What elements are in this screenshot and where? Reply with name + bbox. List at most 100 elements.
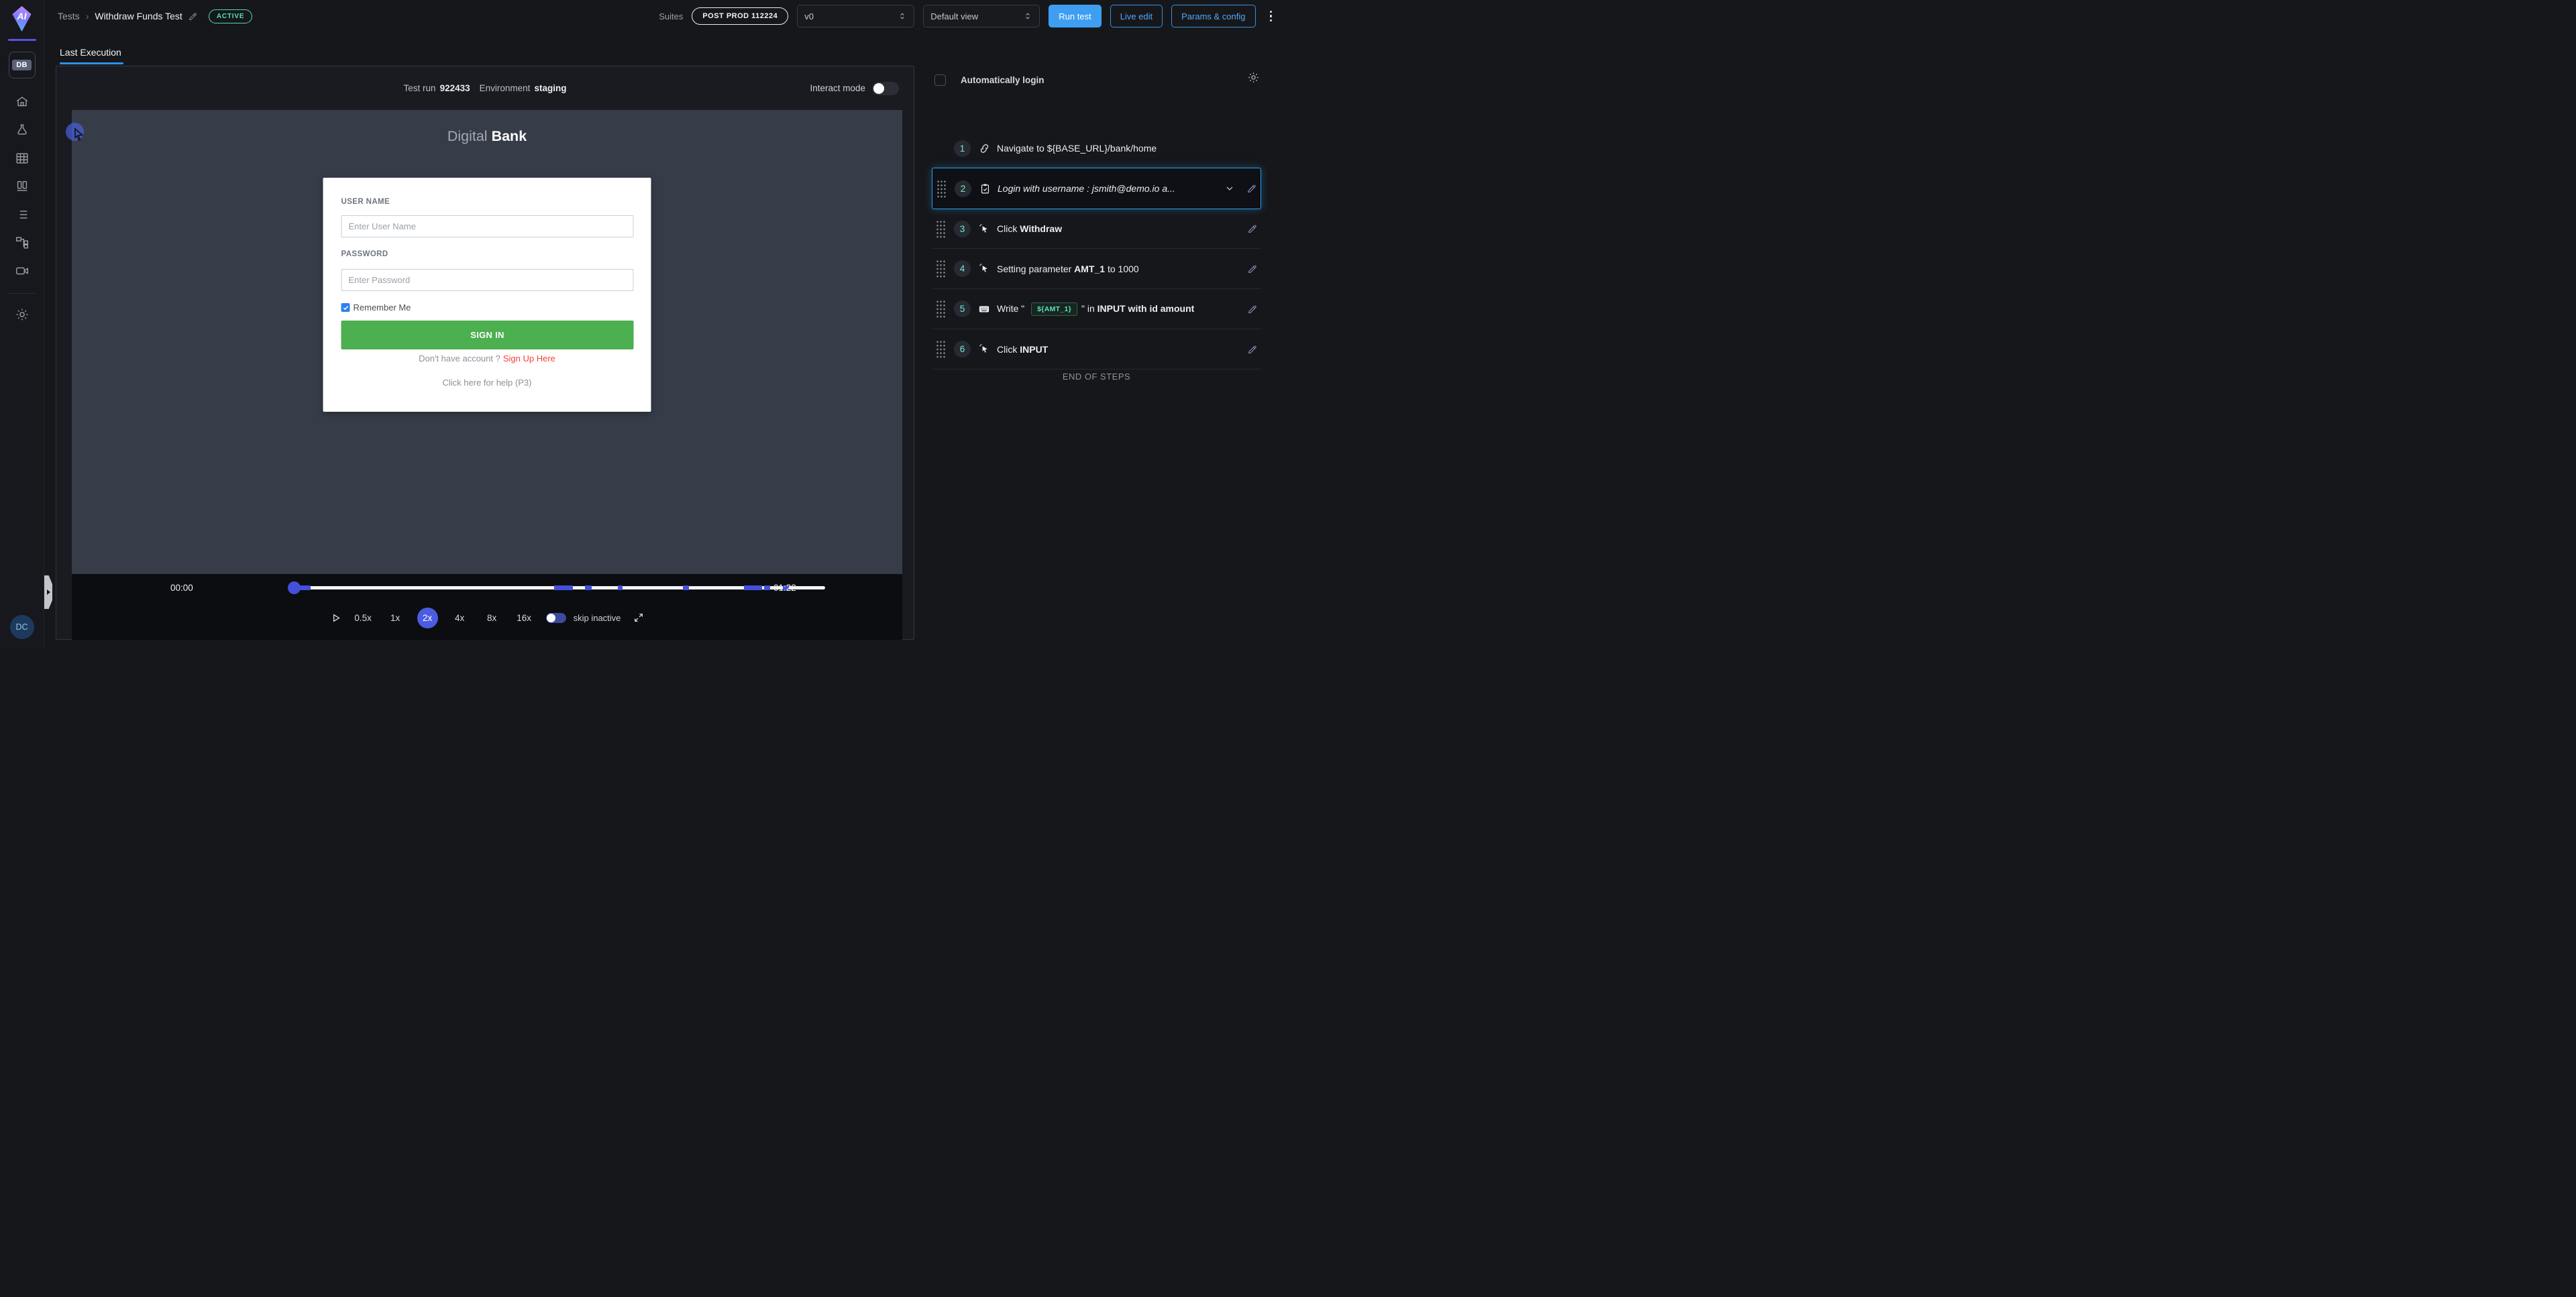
toggle-knob — [873, 83, 884, 94]
speed-16x[interactable]: 16x — [514, 608, 535, 628]
click-cursor-icon — [978, 223, 990, 235]
total-time: 01:22 — [773, 583, 796, 593]
step-row-1[interactable]: 1 Navigate to ${BASE_URL}/bank/home — [932, 129, 1261, 167]
sidebar-collapse-handle[interactable] — [44, 575, 52, 609]
speed-2x[interactable]: 2x — [417, 608, 438, 628]
test-video-frame[interactable]: Digital Bank USER NAME PASSWORD Remember… — [72, 110, 902, 574]
step-row-5[interactable]: 5 Write " ${AMT_1}" in INPUT with id amo… — [932, 289, 1261, 329]
drag-handle-icon[interactable] — [936, 340, 945, 358]
login-clipboard-icon — [979, 182, 991, 194]
view-select[interactable]: Default view — [923, 5, 1040, 27]
current-time: 00:00 — [170, 583, 193, 593]
project-badge: DB — [12, 60, 32, 70]
sign-up-link[interactable]: Sign Up Here — [503, 353, 555, 363]
username-label: USER NAME — [341, 198, 390, 206]
speed-4x[interactable]: 4x — [449, 608, 470, 628]
skip-inactive-toggle[interactable] — [546, 613, 566, 623]
speed-8x[interactable]: 8x — [482, 608, 502, 628]
suites-label: Suites — [659, 11, 683, 21]
bank-login-card: USER NAME PASSWORD Remember Me SIGN IN D… — [323, 178, 651, 412]
signup-row: Don't have account ?Sign Up Here — [323, 353, 651, 363]
edit-step-pencil-icon[interactable] — [1247, 344, 1258, 355]
active-tab-indicator — [60, 62, 123, 64]
edit-step-pencil-icon[interactable] — [1247, 223, 1258, 234]
environment-label: Environment — [480, 83, 531, 93]
write-keyboard-icon — [978, 303, 990, 315]
page-title: Withdraw Funds Test — [95, 11, 182, 21]
step-row-3[interactable]: 3 Click Withdraw — [932, 209, 1261, 248]
settings-gear-icon[interactable] — [15, 307, 30, 322]
step-number: 1 — [954, 140, 971, 157]
timeline-track[interactable] — [294, 586, 825, 589]
interact-mode-toggle[interactable] — [872, 82, 899, 95]
timeline-activity-segment — [683, 585, 690, 590]
password-label: PASSWORD — [341, 250, 388, 258]
drag-handle-icon[interactable] — [936, 300, 945, 318]
execution-panel: Test run 922433 Environment staging Inte… — [56, 66, 914, 640]
breadcrumb-tests[interactable]: Tests — [58, 11, 80, 21]
suite-pill[interactable]: POST PROD 112224 — [692, 7, 788, 25]
recordings-camera-icon[interactable] — [15, 264, 30, 278]
step-row-2-selected[interactable]: 2 Login with username : jsmith@demo.io a… — [932, 168, 1261, 209]
step-row-4[interactable]: 4 Setting parameter AMT_1 to 1000 — [932, 249, 1261, 288]
timeline-playhead[interactable] — [288, 581, 301, 594]
skip-inactive-label: skip inactive — [574, 613, 621, 623]
help-link[interactable]: Click here for help (P3) — [323, 378, 651, 388]
version-select[interactable]: v0 — [797, 5, 914, 27]
parameter-chip: ${AMT_1} — [1031, 302, 1077, 316]
more-options-kebab-icon[interactable] — [1266, 8, 1277, 25]
video-player-bar: 00:00 01:22 0.5x 1x 2x 4x 8x 16x skip in… — [72, 574, 902, 640]
drag-handle-icon[interactable] — [936, 220, 945, 238]
tests-flask-icon[interactable] — [15, 123, 30, 137]
step-number: 6 — [954, 341, 971, 357]
sign-in-button[interactable]: SIGN IN — [341, 321, 634, 349]
step-number: 2 — [955, 180, 971, 197]
user-avatar[interactable]: DC — [10, 615, 34, 639]
select-sort-icon — [898, 11, 907, 21]
view-select-value: Default view — [930, 11, 978, 21]
run-test-button[interactable]: Run test — [1049, 5, 1101, 27]
step-number: 3 — [954, 221, 971, 237]
interact-mode-label: Interact mode — [810, 83, 865, 93]
plan-tree-icon[interactable] — [15, 235, 30, 250]
timeline-activity-segment — [618, 585, 623, 590]
drag-handle-icon[interactable] — [936, 180, 946, 198]
speed-0.5x[interactable]: 0.5x — [353, 608, 374, 628]
step-row-6[interactable]: 6 Click INPUT — [932, 329, 1261, 369]
play-button-icon[interactable] — [330, 612, 341, 624]
select-sort-icon — [1023, 11, 1032, 21]
steps-settings-gear-icon[interactable] — [1247, 71, 1260, 84]
topbar: Tests › Withdraw Funds Test ACTIVE Suite… — [44, 0, 1288, 32]
params-config-button[interactable]: Params & config — [1171, 5, 1255, 27]
edit-title-pencil-icon[interactable] — [188, 11, 198, 21]
live-edit-button[interactable]: Live edit — [1110, 5, 1163, 27]
tab-last-execution[interactable]: Last Execution — [60, 47, 121, 64]
timeline-activity-segment — [585, 585, 592, 590]
data-table-icon[interactable] — [15, 151, 30, 166]
app-logo[interactable]: AI — [0, 0, 44, 38]
username-input[interactable] — [341, 215, 634, 237]
project-switcher-button[interactable]: DB — [9, 52, 36, 78]
timeline-activity-segment — [744, 585, 762, 590]
app-logo-icon: AI — [12, 6, 32, 32]
drag-handle-icon[interactable] — [936, 260, 945, 278]
runs-list-icon[interactable] — [15, 207, 30, 222]
fullscreen-expand-icon[interactable] — [633, 612, 644, 623]
edit-step-pencil-icon[interactable] — [1247, 304, 1258, 315]
password-input[interactable] — [341, 269, 634, 291]
click-cursor-icon — [978, 343, 990, 355]
navigate-link-icon — [978, 142, 990, 154]
bank-app-title: Digital Bank — [72, 128, 902, 145]
speed-1x[interactable]: 1x — [385, 608, 406, 628]
end-of-steps-label: END OF STEPS — [932, 372, 1261, 382]
edit-step-pencil-icon[interactable] — [1246, 183, 1257, 194]
automatically-login-checkbox[interactable] — [934, 74, 946, 86]
remember-me-checkbox[interactable] — [341, 303, 350, 312]
sidebar-divider — [9, 293, 36, 294]
test-run-label: Test run — [404, 83, 436, 93]
home-icon[interactable] — [15, 95, 30, 109]
expand-step-chevron-down-icon[interactable] — [1224, 183, 1235, 194]
step-text: Click — [997, 223, 1020, 234]
edit-step-pencil-icon[interactable] — [1247, 264, 1258, 274]
suites-columns-icon[interactable] — [15, 179, 30, 194]
